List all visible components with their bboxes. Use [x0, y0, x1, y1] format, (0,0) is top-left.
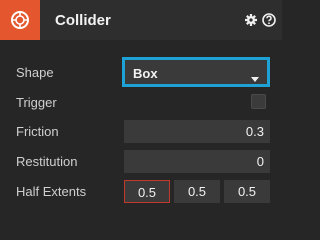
- collider-icon: [0, 0, 40, 40]
- half-extents-z-input[interactable]: 0.5: [224, 180, 270, 203]
- component-header: Collider: [0, 0, 282, 40]
- trigger-checkbox[interactable]: [251, 94, 266, 109]
- trigger-label: Trigger: [16, 95, 57, 110]
- half-extents-x-input[interactable]: 0.5: [124, 180, 170, 203]
- shape-label: Shape: [16, 65, 54, 80]
- friction-input[interactable]: 0.3: [124, 120, 270, 143]
- restitution-input[interactable]: 0: [124, 150, 270, 173]
- friction-label: Friction: [16, 124, 59, 139]
- half-extents-y-input[interactable]: 0.5: [174, 180, 220, 203]
- shape-select[interactable]: Box: [122, 57, 270, 87]
- gear-icon[interactable]: [244, 13, 258, 27]
- shape-value: Box: [133, 66, 158, 81]
- half-extents-label: Half Extents: [16, 184, 87, 199]
- chevron-down-icon: [251, 70, 259, 85]
- component-title: Collider: [55, 12, 111, 29]
- help-icon[interactable]: [262, 13, 276, 27]
- restitution-label: Restitution: [16, 154, 78, 169]
